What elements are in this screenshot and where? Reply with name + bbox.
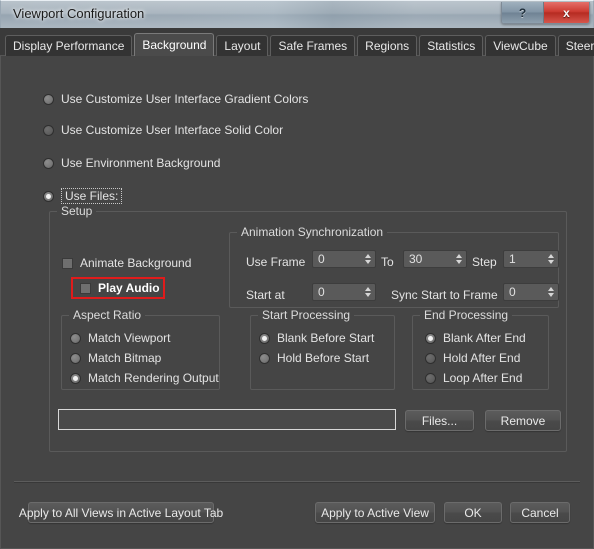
radio-indicator bbox=[43, 93, 54, 105]
radio-label: Match Viewport bbox=[88, 331, 171, 345]
use-frame-value: 0 bbox=[318, 252, 325, 266]
tab-background[interactable]: Background bbox=[134, 33, 215, 56]
aspect-ratio-legend: Aspect Ratio bbox=[69, 308, 146, 322]
tab-regions[interactable]: Regions bbox=[357, 35, 418, 56]
apply-to-active-view-button[interactable]: Apply to Active View bbox=[315, 502, 435, 523]
start-at-label: Start at bbox=[246, 288, 285, 302]
start-at-value: 0 bbox=[318, 285, 325, 299]
title-bar: Viewport Configuration ? x bbox=[0, 0, 594, 28]
radio-label: Match Rendering Output bbox=[88, 371, 219, 385]
apply-to-all-views-button[interactable]: Apply to All Views in Active Layout Tab bbox=[19, 502, 223, 523]
viewport-configuration-dialog: Viewport Configuration ? x Display Perfo… bbox=[0, 0, 594, 549]
radio-label: Use Files: bbox=[61, 188, 123, 204]
radio-indicator bbox=[425, 352, 436, 364]
tab-steeringwheels[interactable]: SteeringWheels bbox=[557, 35, 594, 56]
help-button[interactable]: ? bbox=[502, 2, 544, 23]
ok-button[interactable]: OK bbox=[444, 502, 502, 523]
step-input[interactable]: 1 bbox=[503, 250, 559, 268]
checkbox-label: Animate Background bbox=[80, 256, 192, 270]
radio-label: Match Bitmap bbox=[88, 351, 162, 365]
spinner-arrows-icon[interactable] bbox=[544, 251, 557, 267]
checkbox-label: Play Audio bbox=[98, 281, 160, 295]
radio-indicator bbox=[43, 157, 54, 169]
to-frame-input[interactable]: 30 bbox=[403, 250, 467, 268]
setup-group-legend: Setup bbox=[57, 204, 97, 218]
radio-indicator bbox=[70, 352, 81, 364]
tab-statistics[interactable]: Statistics bbox=[419, 35, 484, 56]
radio-label: Use Customize User Interface Gradient Co… bbox=[61, 92, 309, 106]
radio-hold-before-start[interactable]: Hold Before Start bbox=[259, 351, 369, 365]
tab-viewcube[interactable]: ViewCube bbox=[485, 35, 556, 56]
checkbox-play-audio[interactable]: Play Audio bbox=[80, 281, 160, 295]
radio-label: Use Environment Background bbox=[61, 156, 221, 170]
spinner-arrows-icon[interactable] bbox=[544, 284, 557, 300]
radio-indicator bbox=[259, 332, 270, 344]
close-icon[interactable]: x bbox=[544, 2, 589, 23]
files-button[interactable]: Files... bbox=[405, 410, 474, 431]
to-label: To bbox=[381, 255, 394, 269]
radio-indicator bbox=[259, 352, 270, 364]
radio-match-viewport[interactable]: Match Viewport bbox=[70, 331, 170, 345]
end-processing-legend: End Processing bbox=[420, 308, 513, 322]
radio-label: Hold Before Start bbox=[277, 351, 370, 365]
radio-label: Blank Before Start bbox=[277, 331, 375, 345]
tab-display-performance[interactable]: Display Performance bbox=[5, 35, 133, 56]
cancel-button[interactable]: Cancel bbox=[510, 502, 570, 523]
window-title: Viewport Configuration bbox=[13, 6, 145, 21]
radio-use-ui-gradient-colors[interactable]: Use Customize User Interface Gradient Co… bbox=[43, 92, 308, 106]
start-at-input[interactable]: 0 bbox=[312, 283, 376, 301]
tab-list: Display Performance Background Layout Sa… bbox=[5, 31, 594, 56]
radio-blank-after-end[interactable]: Blank After End bbox=[425, 331, 526, 345]
radio-use-environment-background[interactable]: Use Environment Background bbox=[43, 156, 220, 170]
start-processing-legend: Start Processing bbox=[258, 308, 355, 322]
radio-use-files[interactable]: Use Files: bbox=[43, 188, 123, 204]
background-tab-panel: Use Customize User Interface Gradient Co… bbox=[0, 56, 594, 549]
spinner-arrows-icon[interactable] bbox=[452, 251, 465, 267]
radio-loop-after-end[interactable]: Loop After End bbox=[425, 371, 522, 385]
sync-start-to-frame-label: Sync Start to Frame bbox=[391, 288, 498, 302]
radio-label: Use Customize User Interface Solid Color bbox=[61, 123, 284, 137]
animation-sync-legend: Animation Synchronization bbox=[237, 225, 388, 239]
checkbox-indicator bbox=[62, 257, 73, 269]
sync-start-to-frame-input[interactable]: 0 bbox=[503, 283, 559, 301]
radio-match-rendering-output[interactable]: Match Rendering Output bbox=[70, 371, 219, 385]
radio-label: Hold After End bbox=[443, 351, 521, 365]
radio-indicator bbox=[43, 190, 54, 202]
radio-blank-before-start[interactable]: Blank Before Start bbox=[259, 331, 374, 345]
radio-hold-after-end[interactable]: Hold After End bbox=[425, 351, 520, 365]
remove-button[interactable]: Remove bbox=[485, 410, 561, 431]
radio-indicator bbox=[425, 332, 436, 344]
use-frame-label: Use Frame bbox=[246, 255, 306, 269]
background-file-path-input[interactable] bbox=[58, 409, 396, 430]
step-label: Step bbox=[472, 255, 497, 269]
radio-indicator bbox=[43, 124, 54, 136]
radio-use-ui-solid-color[interactable]: Use Customize User Interface Solid Color bbox=[43, 123, 283, 137]
footer-divider bbox=[14, 481, 580, 483]
radio-label: Blank After End bbox=[443, 331, 526, 345]
checkbox-indicator bbox=[80, 282, 91, 294]
to-frame-value: 30 bbox=[409, 252, 423, 266]
use-frame-input[interactable]: 0 bbox=[312, 250, 376, 268]
spinner-arrows-icon[interactable] bbox=[361, 284, 374, 300]
sync-start-value: 0 bbox=[509, 285, 516, 299]
caption-button-group: ? x bbox=[501, 2, 590, 24]
radio-indicator bbox=[425, 372, 436, 384]
radio-indicator bbox=[70, 372, 81, 384]
radio-match-bitmap[interactable]: Match Bitmap bbox=[70, 351, 161, 365]
checkbox-animate-background[interactable]: Animate Background bbox=[62, 256, 191, 270]
radio-indicator bbox=[70, 332, 81, 344]
step-value: 1 bbox=[509, 252, 516, 266]
tab-layout[interactable]: Layout bbox=[216, 35, 269, 56]
tab-safe-frames[interactable]: Safe Frames bbox=[270, 35, 356, 56]
tab-strip: Display Performance Background Layout Sa… bbox=[0, 28, 594, 56]
spinner-arrows-icon[interactable] bbox=[361, 251, 374, 267]
radio-label: Loop After End bbox=[443, 371, 523, 385]
